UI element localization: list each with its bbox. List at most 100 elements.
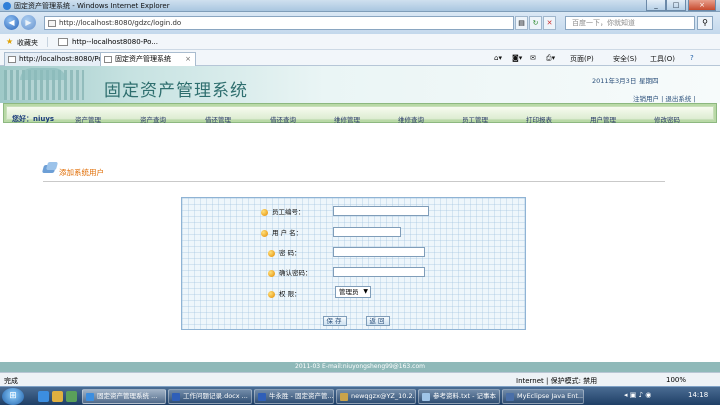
tab-fixed-asset[interactable]: 固定资产管理系统 × [100, 52, 196, 66]
bullet-icon [261, 208, 268, 216]
password-input[interactable] [333, 247, 425, 257]
bullet-icon [268, 269, 275, 277]
username-input[interactable] [333, 227, 401, 237]
tab-bar: http://localhost:8080/Po... 固定资产管理系统 × ⌂… [0, 50, 720, 66]
current-date: 2011年3月3日 [592, 77, 637, 85]
confirm-password-label: 确认密码： [268, 267, 312, 277]
favorites-star-icon[interactable]: ★ [6, 37, 13, 46]
building-dome [20, 68, 66, 80]
nav-repair-query[interactable]: 维修查询 [398, 114, 424, 124]
page-menu[interactable]: 页面(P) [570, 54, 594, 64]
start-button[interactable]: ⊞ [2, 388, 24, 405]
tab-close-icon[interactable]: × [185, 53, 191, 65]
media-quicklaunch-icon[interactable] [66, 391, 77, 402]
database-icon [340, 393, 348, 401]
current-weekday: 星期四 [639, 77, 659, 85]
explorer-quicklaunch-icon[interactable] [52, 391, 63, 402]
back-icon[interactable]: ◀ [4, 15, 19, 30]
save-button[interactable]: 保存 [323, 316, 347, 326]
eclipse-icon [506, 393, 514, 401]
logout-link[interactable]: 注销用户 [633, 95, 659, 103]
page-content: 固定资产管理系统 2011年3月3日 星期四 注销用户 | 退出系统 | 您好：… [0, 66, 720, 372]
tab-localhost[interactable]: http://localhost:8080/Po... [4, 52, 102, 66]
status-text: 完成 [4, 377, 18, 385]
favorites-button[interactable]: 收藏夹 [17, 38, 38, 48]
welcome-text: 您好：niuys [12, 115, 55, 123]
confirm-password-input[interactable] [333, 267, 425, 277]
nav-repair-manage[interactable]: 维修管理 [334, 114, 360, 124]
stop-icon[interactable]: ✕ [543, 16, 556, 30]
ie-icon [86, 393, 94, 401]
add-user-form: 员工编号： 用 户 名： 密 码： 确认密码： 权 限： 管理员 ▼ 保存 返回 [181, 197, 526, 330]
bullet-icon [268, 290, 275, 298]
divider [47, 37, 48, 47]
window-title-bar: 固定资产管理系统 - Windows Internet Explorer _ □… [0, 0, 720, 12]
taskbar-item-ie[interactable]: 固定资产管理系统 ... [82, 389, 166, 404]
help-icon[interactable]: ? [690, 54, 694, 62]
address-input[interactable]: http://localhost:8080/gdzc/login.do [44, 16, 514, 30]
app-header: 固定资产管理系统 2011年3月3日 星期四 注销用户 | 退出系统 | [0, 66, 720, 103]
nav-user-manage[interactable]: 用户管理 [590, 114, 616, 124]
ie-quicklaunch-icon[interactable] [38, 391, 49, 402]
nav-print-report[interactable]: 打印报表 [526, 114, 552, 124]
safety-menu[interactable]: 安全(S) [613, 54, 637, 64]
search-input[interactable]: 百度一下，你就知道 [565, 16, 695, 30]
ie-icon [3, 2, 11, 10]
exit-link[interactable]: 退出系统 [665, 95, 691, 103]
favorite-link[interactable]: http--localhost8080-Po... [72, 38, 158, 46]
taskbar-item-word[interactable]: 工作问题记录.docx ... [168, 389, 252, 404]
taskbar-item-myeclipse[interactable]: MyEclipse Java Ent... [502, 389, 584, 404]
permission-label: 权 限： [268, 288, 301, 298]
maximize-button[interactable]: □ [666, 0, 686, 11]
tab-page-icon [8, 56, 16, 63]
nav-borrow-manage[interactable]: 借还管理 [205, 114, 231, 124]
back-button[interactable]: 返回 [366, 316, 390, 326]
compat-view-icon[interactable]: ▤ [515, 16, 528, 30]
link-separator: | [661, 95, 664, 103]
taskbar-item-doc[interactable]: 牛永胜 - 固定资产管... [254, 389, 334, 404]
minimize-button[interactable]: _ [646, 0, 666, 11]
feeds-icon[interactable]: ◙▾ [512, 54, 522, 62]
close-button[interactable]: × [688, 0, 716, 11]
tools-menu[interactable]: 工具(O) [650, 54, 675, 64]
security-zone: Internet | 保护模式: 禁用 [516, 377, 598, 385]
header-links: 注销用户 | 退出系统 | [633, 93, 696, 103]
tab-label: 固定资产管理系统 [115, 55, 171, 63]
page-title: 添加系统用户 [59, 168, 104, 177]
main-nav: 您好：niuys 资产管理 资产查询 借还管理 借还查询 维修管理 维修查询 员… [3, 103, 717, 124]
address-url: http://localhost:8080/gdzc/login.do [59, 19, 182, 27]
link-separator: | [693, 95, 696, 103]
clock[interactable]: 14:18 [688, 391, 708, 399]
address-toolbar: ◀ ▶ http://localhost:8080/gdzc/login.do … [0, 12, 720, 34]
password-label: 密 码： [268, 247, 301, 257]
bullet-icon [268, 249, 275, 257]
status-bar: 完成 Internet | 保护模式: 禁用 100% [0, 372, 720, 386]
word-icon [172, 393, 180, 401]
nav-change-password[interactable]: 修改密码 [654, 114, 680, 124]
nav-borrow-query[interactable]: 借还查询 [270, 114, 296, 124]
nav-staff-manage[interactable]: 员工管理 [462, 114, 488, 124]
favorites-bar: ★ 收藏夹 http--localhost8080-Po... [0, 34, 720, 50]
word-icon [258, 393, 266, 401]
nav-asset-query[interactable]: 资产查询 [140, 114, 166, 124]
favorite-page-icon [58, 38, 68, 46]
permission-value: 管理员 [339, 288, 359, 296]
app-title: 固定资产管理系统 [104, 81, 248, 101]
taskbar-item-db[interactable]: newqgzx@YZ_10.2... [336, 389, 416, 404]
nav-asset-manage[interactable]: 资产管理 [75, 114, 101, 124]
permission-select[interactable]: 管理员 ▼ [335, 286, 371, 298]
zoom-level[interactable]: 100% [666, 376, 686, 384]
window-title: 固定资产管理系统 - Windows Internet Explorer [14, 2, 170, 10]
home-icon[interactable]: ⌂▾ [494, 54, 502, 62]
divider [43, 181, 665, 182]
mail-icon[interactable]: ✉ [530, 54, 536, 62]
print-icon[interactable]: ⎙▾ [546, 54, 555, 63]
search-icon[interactable]: ⚲ [697, 16, 713, 30]
tray-icons[interactable]: ◂ ▣ ♪ ◉ [624, 391, 651, 399]
taskbar-item-notepad[interactable]: 参考资料.txt - 记事本 [418, 389, 500, 404]
emp-no-input[interactable] [333, 206, 429, 216]
chevron-down-icon: ▼ [363, 288, 368, 295]
refresh-icon[interactable]: ↻ [529, 16, 542, 30]
forward-icon[interactable]: ▶ [21, 15, 36, 30]
emp-no-label: 员工编号： [261, 206, 305, 216]
